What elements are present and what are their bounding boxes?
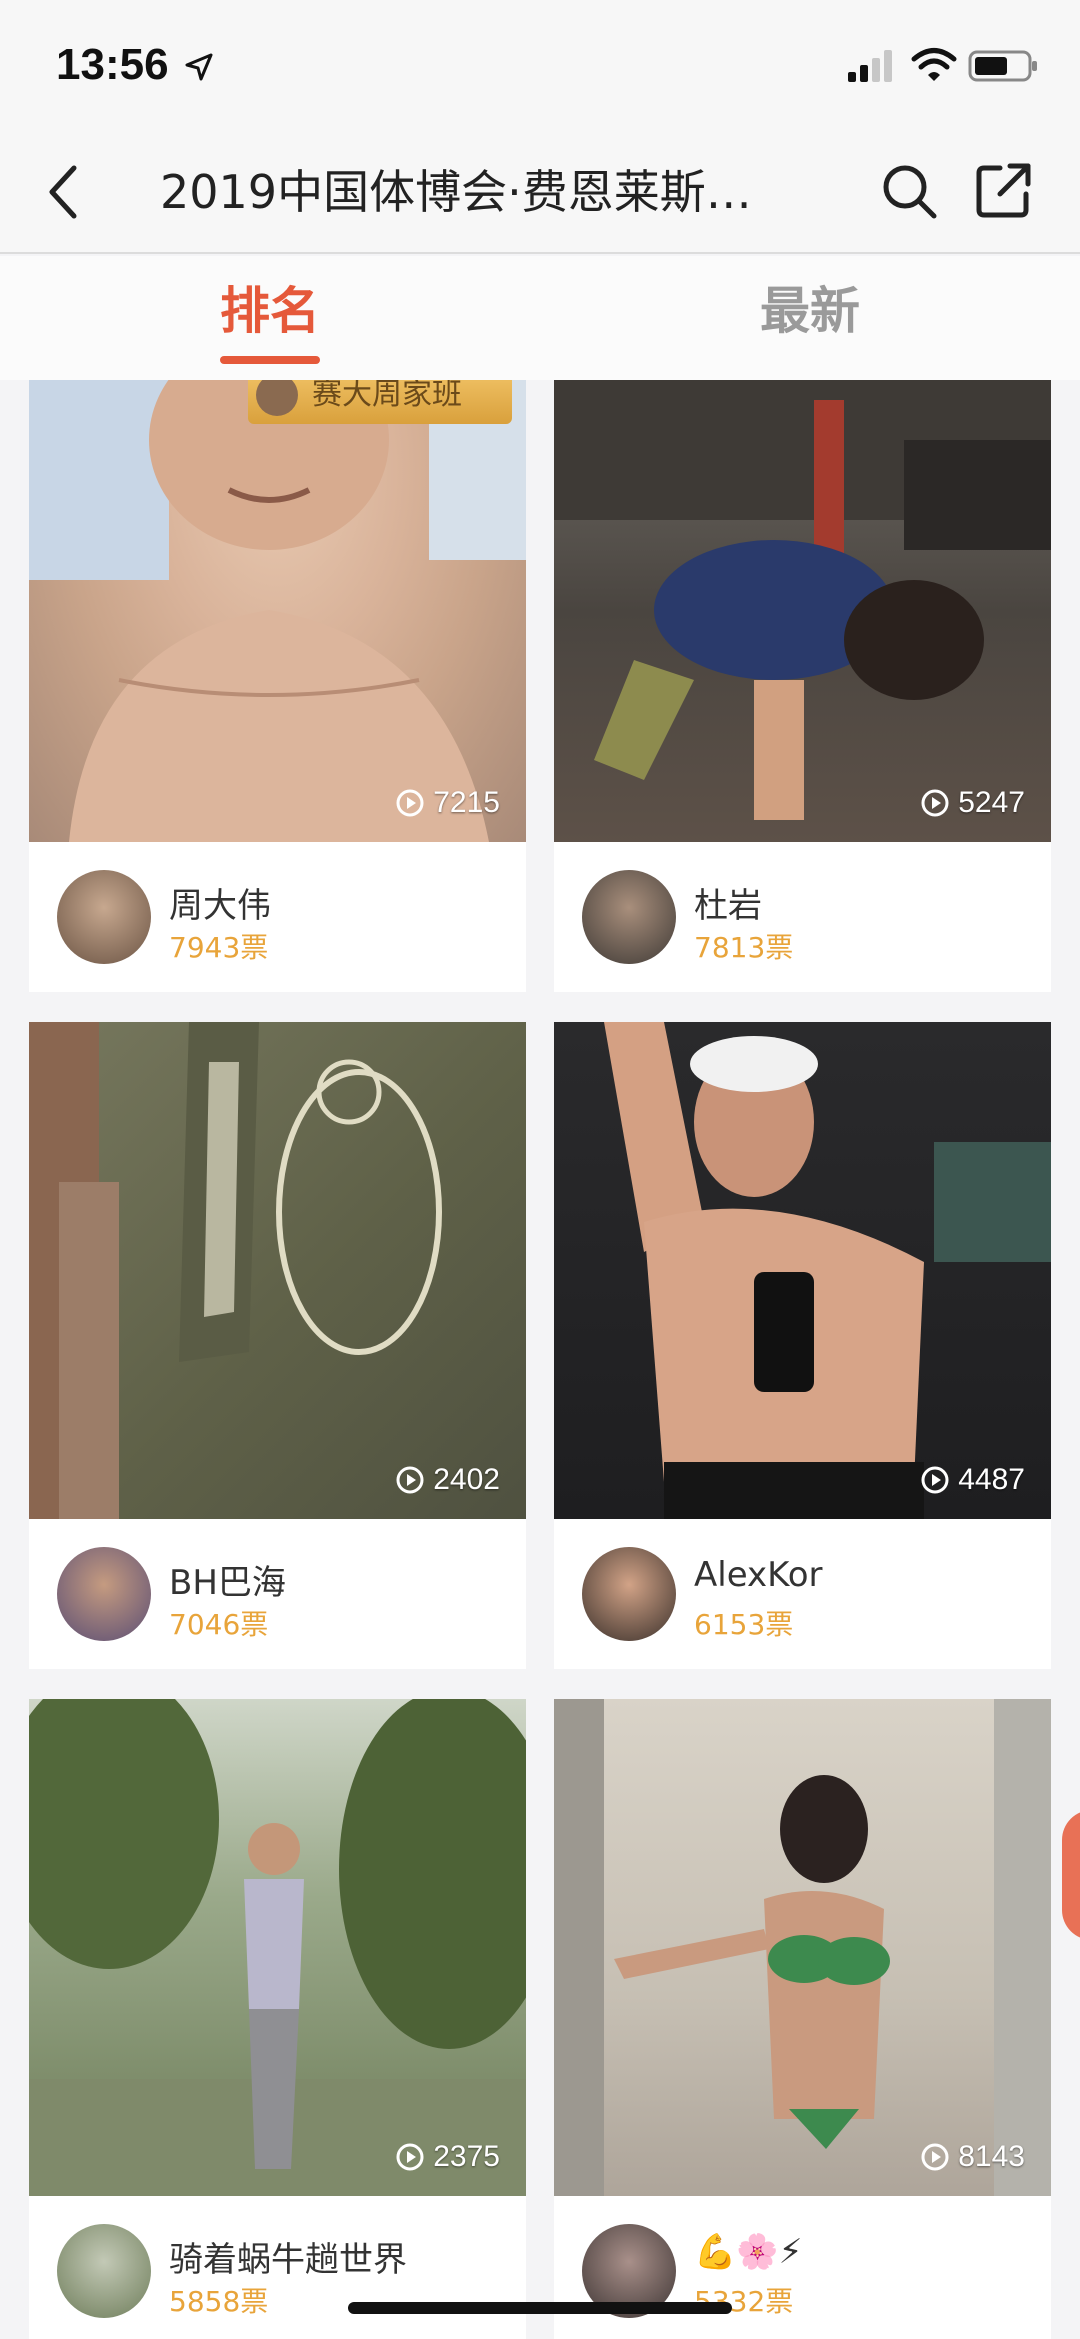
back-chevron-icon[interactable] xyxy=(40,160,84,224)
card-info: 周大伟 7943票 xyxy=(29,842,526,992)
avatar[interactable] xyxy=(582,1547,676,1641)
photo-illustration xyxy=(29,1022,442,1519)
photo-illustration xyxy=(604,1022,1051,1519)
badge-avatar xyxy=(256,380,298,416)
contestant-photo[interactable]: 2375 xyxy=(29,1699,526,2196)
view-count: 2402 xyxy=(395,1463,500,1497)
contestant-name: 周大伟 xyxy=(169,886,271,926)
team-badge: 赛大周家班 xyxy=(248,380,512,424)
wifi-icon xyxy=(911,48,957,81)
location-arrow-icon xyxy=(185,53,213,81)
contestant-card[interactable]: 2402 BH巴海 7046票 xyxy=(29,1022,526,1669)
card-info: 骑着蜗牛趟世界 5858票 xyxy=(29,2196,526,2339)
contestant-photo[interactable]: 4487 xyxy=(554,1022,1051,1519)
status-time: 13:56 xyxy=(56,40,169,89)
contestant-photo[interactable]: 8143 xyxy=(554,1699,1051,2196)
card-info: AlexKor 6153票 xyxy=(554,1519,1051,1669)
active-tab-indicator xyxy=(220,356,320,364)
play-icon xyxy=(396,1466,424,1494)
card-info: 💪🌸⚡ 5332票 xyxy=(554,2196,1051,2339)
tab-latest[interactable]: 最新 xyxy=(720,276,900,346)
contestant-grid: 7215 周大伟 7943票 5247 杜岩 7813票 赛大周家班 2402 … xyxy=(0,380,1080,2339)
avatar[interactable] xyxy=(57,870,151,964)
vote-count: 7046票 xyxy=(169,1608,269,1641)
card-info: BH巴海 7046票 xyxy=(29,1519,526,1669)
view-count-value: 2375 xyxy=(433,2140,500,2173)
badge-label: 赛大周家班 xyxy=(312,380,462,412)
play-icon xyxy=(921,1466,949,1494)
photo-illustration xyxy=(29,380,526,842)
photo-illustration xyxy=(554,380,1051,820)
vote-count: 7813票 xyxy=(694,931,794,964)
home-indicator[interactable] xyxy=(348,2302,732,2314)
contestant-card[interactable]: 7215 周大伟 7943票 xyxy=(29,380,526,992)
battery-icon xyxy=(968,50,1037,82)
vote-count: 5332票 xyxy=(694,2285,794,2318)
contestant-card[interactable]: 2375 骑着蜗牛趟世界 5858票 xyxy=(29,1699,526,2339)
view-count: 8143 xyxy=(920,2140,1025,2174)
vote-count: 5858票 xyxy=(169,2285,269,2318)
contestant-card[interactable]: 5247 杜岩 7813票 xyxy=(554,380,1051,992)
vote-count: 7943票 xyxy=(169,931,269,964)
contestant-name: 💪🌸⚡ xyxy=(694,2232,803,2272)
play-icon xyxy=(396,2143,424,2171)
avatar[interactable] xyxy=(582,870,676,964)
cellular-signal-icon xyxy=(848,50,892,82)
avatar[interactable] xyxy=(57,1547,151,1641)
view-count-value: 4487 xyxy=(958,1463,1025,1496)
share-icon[interactable] xyxy=(974,160,1032,220)
play-icon xyxy=(396,789,424,817)
contestant-name: 骑着蜗牛趟世界 xyxy=(169,2240,407,2280)
vote-count: 6153票 xyxy=(694,1608,794,1641)
avatar[interactable] xyxy=(57,2224,151,2318)
play-icon xyxy=(921,2143,949,2171)
contestant-name: AlexKor xyxy=(694,1555,823,1595)
contestant-photo[interactable]: 2402 xyxy=(29,1022,526,1519)
view-count-value: 8143 xyxy=(958,2140,1025,2173)
view-count-value: 2402 xyxy=(433,1463,500,1496)
view-count: 2375 xyxy=(395,2140,500,2174)
contestant-name: 杜岩 xyxy=(694,886,762,926)
nav-bar: 2019中国体博会·费恩莱斯… xyxy=(0,130,1080,254)
contestant-photo[interactable]: 7215 xyxy=(29,380,526,842)
contestant-photo[interactable]: 5247 xyxy=(554,380,1051,842)
tab-ranking[interactable]: 排名 xyxy=(180,276,360,346)
contestant-card[interactable]: 8143 💪🌸⚡ 5332票 xyxy=(554,1699,1051,2339)
view-count: 7215 xyxy=(395,786,500,820)
search-icon[interactable] xyxy=(880,162,938,220)
floating-vote-button[interactable] xyxy=(1062,1810,1080,1940)
view-count: 5247 xyxy=(920,786,1025,820)
view-count-value: 7215 xyxy=(433,786,500,819)
page-title: 2019中国体博会·费恩莱斯… xyxy=(160,165,752,219)
tab-bar: 排名 最新 xyxy=(0,256,1080,380)
status-bar: 13:56 xyxy=(0,0,1080,130)
photo-illustration xyxy=(29,1699,526,2196)
photo-illustration xyxy=(554,1699,1051,2196)
play-icon xyxy=(921,789,949,817)
contestant-name: BH巴海 xyxy=(169,1563,286,1603)
view-count: 4487 xyxy=(920,1463,1025,1497)
contestant-card[interactable]: 4487 AlexKor 6153票 xyxy=(554,1022,1051,1669)
card-info: 杜岩 7813票 xyxy=(554,842,1051,992)
view-count-value: 5247 xyxy=(958,786,1025,819)
